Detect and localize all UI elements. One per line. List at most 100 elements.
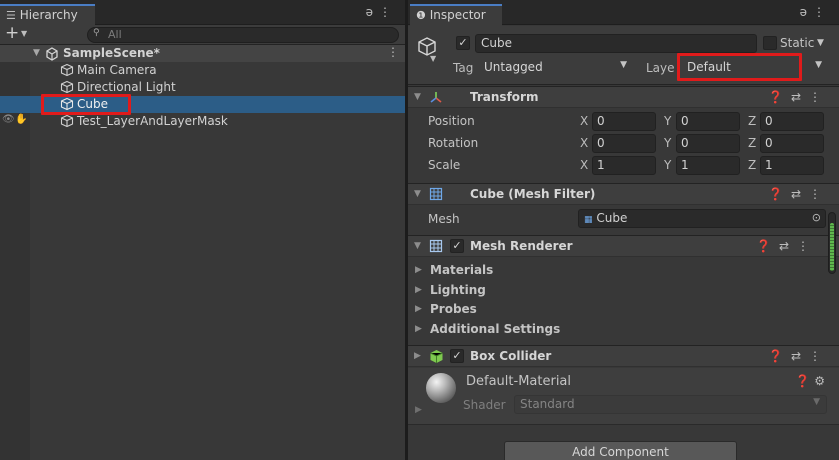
material-icons: ❓⚙ — [795, 374, 829, 388]
tree-item-label: Main Camera — [77, 63, 157, 77]
box-collider-icon — [430, 350, 443, 363]
hierarchy-list-icon: ☰ — [6, 9, 16, 22]
add-button[interactable]: + — [5, 23, 19, 43]
rotation-z-value: 0 — [765, 136, 773, 150]
lock-icon[interactable]: ə — [800, 5, 813, 19]
tab-inspector[interactable]: ❶ Inspector — [410, 4, 502, 26]
help-icon[interactable]: ❓ — [768, 187, 791, 201]
presets-icon[interactable]: ⇄ — [791, 349, 809, 363]
scene-row[interactable]: ▼ SampleScene* ⋮ — [0, 45, 405, 62]
axis-z-label: Z — [748, 136, 757, 150]
help-icon[interactable]: ❓ — [768, 349, 791, 363]
help-icon[interactable]: ❓ — [756, 239, 779, 253]
transform-header[interactable]: ▼ Transform ❓⇄⋮ — [408, 86, 839, 108]
more-menu-icon[interactable]: ⋮ — [813, 5, 831, 19]
collapse-arrow-icon[interactable]: ▼ — [414, 189, 421, 199]
mesh-renderer-icon — [429, 239, 443, 253]
settings-gear-icon[interactable]: ⚙ — [814, 374, 829, 388]
add-component-button[interactable]: Add Component — [504, 441, 737, 460]
rotation-x-field[interactable]: 0 — [592, 134, 656, 153]
section-additional-settings[interactable]: ▶ Additional Settings — [408, 321, 808, 339]
gameobject-cube-icon — [60, 114, 74, 128]
mesh-renderer-header[interactable]: ▼ ✓ Mesh Renderer ❓⇄⋮ — [408, 235, 839, 257]
active-checkbox[interactable]: ✓ — [456, 36, 470, 50]
axis-z-label: Z — [748, 114, 757, 128]
scale-z-field[interactable]: 1 — [760, 156, 824, 175]
section-materials[interactable]: ▶ Materials — [408, 262, 808, 280]
tree-item-main-camera[interactable]: Main Camera — [0, 62, 405, 79]
position-x-value: 0 — [597, 114, 605, 128]
component-icons: ❓⇄⋮ — [768, 90, 829, 104]
gameobject-cube-icon — [60, 80, 74, 94]
mesh-grid-icon: ▦ — [584, 215, 593, 225]
shader-label: Shader — [463, 398, 506, 412]
inspector-panel: ❶ Inspector ə⋮ ▼ ✓ Cube Static ▼ Tag Unt… — [408, 0, 839, 460]
mesh-renderer-title: Mesh Renderer — [470, 239, 573, 253]
inspector-scrollbar[interactable] — [828, 212, 836, 274]
static-checkbox[interactable] — [763, 36, 777, 50]
static-dropdown-icon[interactable]: ▼ — [817, 38, 824, 48]
component-icons: ❓⇄⋮ — [768, 349, 829, 363]
collapse-arrow-icon[interactable]: ▼ — [414, 92, 421, 102]
scale-y-field[interactable]: 1 — [676, 156, 740, 175]
axis-x-label: X — [580, 136, 589, 150]
presets-icon[interactable]: ⇄ — [791, 187, 809, 201]
hierarchy-toolbar: + ▼ ⚲ All — [0, 23, 405, 45]
expand-arrow-icon[interactable]: ▶ — [414, 351, 421, 361]
tree-item-label: Directional Light — [77, 80, 176, 94]
transform-body: Position X 0 Y 0 Z 0 Rotation X 0 Y 0 Z … — [408, 109, 839, 182]
presets-icon[interactable]: ⇄ — [779, 239, 797, 253]
collapse-arrow-icon[interactable]: ▼ — [414, 241, 421, 251]
add-dropdown-icon[interactable]: ▼ — [21, 29, 27, 38]
search-placeholder: All — [108, 28, 122, 41]
material-section: Default-Material ❓⚙ ▶ Shader Standard ▼ — [408, 368, 839, 425]
transform-axes-icon — [430, 92, 442, 103]
expand-arrow-icon[interactable]: ▼ — [33, 48, 40, 58]
box-collider-header[interactable]: ▶ ✓ Box Collider ❓⇄⋮ — [408, 345, 839, 367]
mesh-object-field[interactable]: ▦ Cube ⊙ — [578, 209, 826, 228]
chevron-down-icon: ▼ — [815, 60, 822, 70]
component-icons: ❓⇄⋮ — [756, 239, 817, 253]
more-menu-icon[interactable]: ⋮ — [809, 90, 829, 104]
help-icon[interactable]: ❓ — [795, 374, 814, 388]
tree-item-label: Test_LayerAndLayerMask — [77, 114, 228, 128]
pickable-hand-icon[interactable]: ✋ — [15, 114, 27, 125]
scale-x-value: 1 — [597, 158, 605, 172]
expand-arrow-icon[interactable]: ▶ — [415, 405, 422, 415]
position-y-field[interactable]: 0 — [676, 112, 740, 131]
search-input[interactable]: ⚲ All — [87, 27, 399, 43]
more-menu-icon[interactable]: ⋮ — [809, 187, 829, 201]
position-z-field[interactable]: 0 — [760, 112, 824, 131]
section-lighting[interactable]: ▶ Lighting — [408, 282, 808, 300]
axis-y-label: Y — [664, 158, 672, 172]
presets-icon[interactable]: ⇄ — [791, 90, 809, 104]
more-menu-icon[interactable]: ⋮ — [809, 349, 829, 363]
help-icon[interactable]: ❓ — [768, 90, 791, 104]
rotation-y-field[interactable]: 0 — [676, 134, 740, 153]
rotation-y-value: 0 — [681, 136, 689, 150]
rotation-z-field[interactable]: 0 — [760, 134, 824, 153]
unity-scene-icon — [46, 47, 58, 61]
tag-dropdown[interactable]: Untagged ▼ — [478, 58, 634, 77]
mesh-renderer-enabled-checkbox[interactable]: ✓ — [450, 239, 464, 253]
tree-item-test-layer[interactable]: 👁 ✋ Test_LayerAndLayerMask — [0, 113, 405, 130]
mesh-renderer-body: ▶ Materials ▶ Lighting ▶ Probes ▶ Additi… — [408, 258, 826, 343]
unity-editor: ☰ Hierarchy ə⋮ + ▼ ⚲ All ▼ SampleScene* — [0, 0, 839, 460]
scrollbar-thumb[interactable] — [830, 223, 834, 271]
icon-dropdown-icon[interactable]: ▼ — [430, 54, 436, 63]
object-picker-icon[interactable]: ⊙ — [812, 211, 821, 224]
visibility-eye-icon[interactable]: 👁 — [2, 114, 15, 125]
lock-icon[interactable]: ə — [366, 5, 379, 19]
shader-dropdown[interactable]: Standard ▼ — [514, 395, 827, 414]
box-collider-enabled-checkbox[interactable]: ✓ — [450, 349, 464, 363]
more-menu-icon[interactable]: ⋮ — [379, 5, 397, 19]
mesh-filter-header[interactable]: ▼ Cube (Mesh Filter) ❓⇄⋮ — [408, 183, 839, 205]
section-probes[interactable]: ▶ Probes — [408, 301, 808, 319]
transform-title: Transform — [470, 90, 539, 104]
more-menu-icon[interactable]: ⋮ — [797, 239, 817, 253]
scale-x-field[interactable]: 1 — [592, 156, 656, 175]
object-name-field[interactable]: Cube — [475, 34, 757, 53]
axis-x-label: X — [580, 114, 589, 128]
scene-more-icon[interactable]: ⋮ — [387, 45, 399, 59]
position-x-field[interactable]: 0 — [592, 112, 656, 131]
